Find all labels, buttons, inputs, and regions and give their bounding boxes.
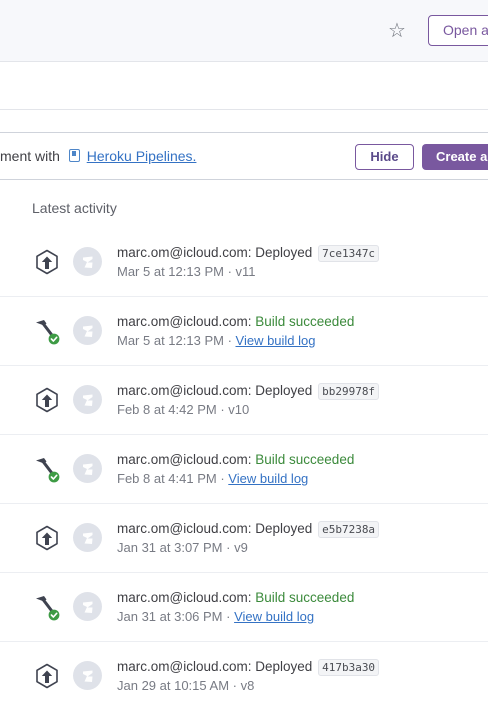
activity-action: Deployed [255, 383, 313, 398]
activity-row: marc.om@icloud.com: Deployed e5b7238a Jan… [0, 504, 488, 573]
release-version: v10 [228, 402, 250, 417]
activity-action: Build succeeded [255, 314, 355, 329]
activity-summary: marc.om@icloud.com: Deployed 417b3a30 [117, 659, 380, 676]
activity-row: marc.om@icloud.com: Build succeeded Jan 3… [0, 573, 488, 642]
activity-user: marc.om@icloud.com: [117, 383, 252, 398]
app-header: ☆ Open a [0, 0, 488, 62]
activity-list: marc.om@icloud.com: Deployed 7ce1347c Mar… [0, 228, 488, 711]
activity-meta: Mar 5 at 12:13 PM · v11 [117, 264, 256, 279]
separator: · [216, 402, 229, 417]
activity-row: marc.om@icloud.com: Deployed 7ce1347c Mar… [0, 228, 488, 297]
separator: · [223, 333, 236, 348]
section-title: Latest activity [32, 200, 117, 216]
pipeline-icon [68, 149, 80, 162]
avatar [73, 592, 102, 621]
activity-row: marc.om@icloud.com: Build succeeded Mar 5… [0, 297, 488, 366]
hide-button[interactable]: Hide [355, 144, 414, 170]
activity-time: Mar 5 at 12:13 PM [117, 264, 224, 279]
commit-hash: 417b3a30 [318, 659, 380, 676]
deploy-arrow-icon [33, 386, 61, 414]
activity-action: Deployed [255, 521, 313, 536]
separator: · [222, 540, 235, 555]
activity-meta: Jan 29 at 10:15 AM · v8 [117, 678, 254, 693]
activity-time: Feb 8 at 4:41 PM [117, 471, 217, 486]
activity-row: marc.om@icloud.com: Deployed bb29978f Feb… [0, 366, 488, 435]
activity-time: Mar 5 at 12:13 PM [117, 333, 224, 348]
open-app-button[interactable]: Open a [428, 15, 488, 46]
commit-hash: e5b7238a [318, 521, 380, 538]
activity-meta: Jan 31 at 3:07 PM · v9 [117, 540, 248, 555]
activity-meta: Feb 8 at 4:41 PM · View build log [117, 471, 308, 486]
create-pipeline-button[interactable]: Create a [422, 144, 488, 170]
hammer-check-icon [33, 317, 61, 345]
activity-user: marc.om@icloud.com: [117, 245, 252, 260]
separator: · [216, 471, 229, 486]
separator: · [229, 678, 241, 693]
view-build-log-link[interactable]: View build log [228, 471, 308, 486]
deploy-arrow-icon [33, 662, 61, 690]
hammer-check-icon [33, 455, 61, 483]
deploy-arrow-icon [33, 248, 61, 276]
hammer-check-icon [33, 593, 61, 621]
avatar [73, 247, 102, 276]
activity-summary: marc.om@icloud.com: Build succeeded [117, 314, 354, 329]
separator: · [222, 609, 235, 624]
activity-summary: marc.om@icloud.com: Build succeeded [117, 590, 354, 605]
avatar [73, 454, 102, 483]
activity-action: Deployed [255, 659, 313, 674]
banner-message: ment with Heroku Pipelines. [0, 148, 196, 164]
activity-summary: marc.om@icloud.com: Build succeeded [117, 452, 354, 467]
pipelines-banner: ment with Heroku Pipelines. Hide Create … [0, 132, 488, 180]
activity-time: Jan 31 at 3:06 PM [117, 609, 223, 624]
activity-user: marc.om@icloud.com: [117, 659, 252, 674]
activity-meta: Feb 8 at 4:42 PM · v10 [117, 402, 249, 417]
activity-user: marc.om@icloud.com: [117, 314, 252, 329]
commit-hash: bb29978f [318, 383, 380, 400]
activity-user: marc.om@icloud.com: [117, 590, 252, 605]
release-version: v11 [235, 264, 256, 279]
separator: · [223, 264, 236, 279]
star-icon[interactable]: ☆ [386, 18, 408, 42]
activity-time: Feb 8 at 4:42 PM [117, 402, 217, 417]
activity-summary: marc.om@icloud.com: Deployed e5b7238a [117, 521, 380, 538]
activity-row: marc.om@icloud.com: Deployed 417b3a30 Jan… [0, 642, 488, 711]
activity-summary: marc.om@icloud.com: Deployed 7ce1347c [117, 245, 380, 262]
activity-action: Build succeeded [255, 452, 355, 467]
activity-user: marc.om@icloud.com: [117, 521, 252, 536]
commit-hash: 7ce1347c [318, 245, 380, 262]
sub-navigation-strip [0, 62, 488, 110]
avatar [73, 385, 102, 414]
deploy-arrow-icon [33, 524, 61, 552]
view-build-log-link[interactable]: View build log [234, 609, 314, 624]
avatar [73, 661, 102, 690]
activity-summary: marc.om@icloud.com: Deployed bb29978f [117, 383, 380, 400]
activity-action: Build succeeded [255, 590, 355, 605]
avatar [73, 523, 102, 552]
activity-meta: Mar 5 at 12:13 PM · View build log [117, 333, 316, 348]
heroku-pipelines-link[interactable]: Heroku Pipelines. [87, 148, 197, 164]
avatar [73, 316, 102, 345]
release-version: v9 [234, 540, 248, 555]
activity-action: Deployed [255, 245, 313, 260]
banner-text: ment with [0, 148, 60, 164]
activity-user: marc.om@icloud.com: [117, 452, 252, 467]
activity-time: Jan 29 at 10:15 AM [117, 678, 230, 693]
activity-time: Jan 31 at 3:07 PM [117, 540, 223, 555]
activity-row: marc.om@icloud.com: Build succeeded Feb 8… [0, 435, 488, 504]
activity-meta: Jan 31 at 3:06 PM · View build log [117, 609, 314, 624]
release-version: v8 [240, 678, 255, 693]
view-build-log-link[interactable]: View build log [236, 333, 316, 348]
